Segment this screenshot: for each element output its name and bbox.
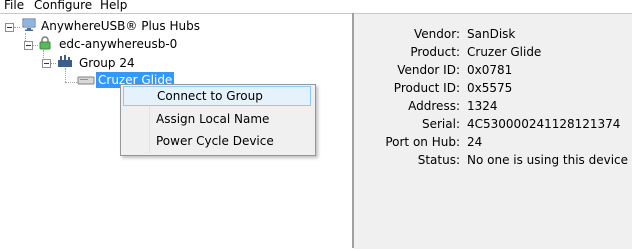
detail-label: Vendor ID: [397, 63, 460, 77]
menu-file[interactable]: File [4, 0, 24, 12]
tree-hub-label[interactable]: edc-anywhereusb-0 [59, 36, 177, 52]
detail-label: Vendor: [414, 27, 460, 41]
collapse-root-toggle[interactable] [5, 23, 14, 32]
collapse-hub-toggle[interactable] [24, 41, 33, 50]
detail-label: Product ID: [393, 81, 460, 95]
usb-group-icon [58, 55, 72, 67]
tree-group-label[interactable]: Group 24 [79, 55, 135, 71]
detail-value: 1324 [467, 99, 498, 113]
assign-local-name-menu-item[interactable]: Assign Local Name [123, 109, 311, 129]
detail-value: Cruzer Glide [467, 45, 542, 59]
tree-root-label[interactable]: AnywhereUSB® Plus Hubs [41, 18, 200, 34]
lock-icon [39, 36, 51, 50]
computer-icon [22, 18, 36, 31]
power-cycle-device-menu-item[interactable]: Power Cycle Device [123, 131, 311, 151]
menu-help[interactable]: Help [100, 0, 127, 12]
pane-splitter[interactable] [352, 13, 354, 248]
detail-label: Status: [417, 153, 460, 167]
context-menu: Connect to Group Assign Local Name Power… [120, 84, 316, 156]
detail-value: 0x5575 [467, 81, 513, 95]
detail-value: No one is using this device [467, 153, 629, 167]
detail-value: SanDisk [467, 27, 516, 41]
detail-label: Product: [410, 45, 460, 59]
connect-to-group-menu-item[interactable]: Connect to Group [123, 86, 311, 106]
detail-value: 24 [467, 135, 483, 149]
tree-line [14, 27, 20, 28]
menu-bar: File Configure Help [0, 0, 632, 13]
collapse-group-toggle[interactable] [42, 59, 51, 68]
detail-value: 0x0781 [467, 63, 513, 77]
detail-label: Address: [408, 99, 460, 113]
detail-label: Port on Hub: [385, 135, 460, 149]
usb-drive-icon [77, 76, 95, 85]
tree-line [65, 68, 66, 82]
tree-line [65, 82, 77, 83]
detail-label: Serial: [422, 117, 460, 131]
detail-value: 4C530000241128121374 [467, 117, 621, 131]
menu-configure[interactable]: Configure [34, 0, 92, 12]
